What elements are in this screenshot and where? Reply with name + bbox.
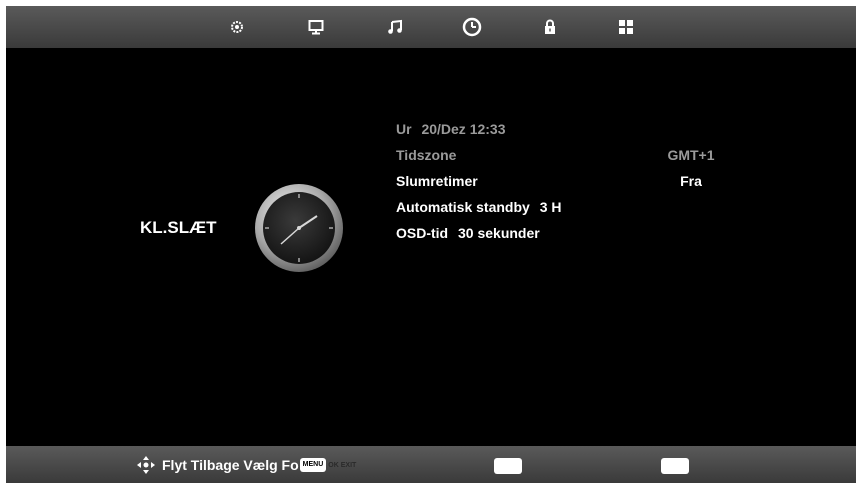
main-content: KL.SLÆT Ur 20/Dez 12:33 Tidszone GMT+1 S… bbox=[6, 48, 856, 446]
setting-label-sleep-timer: Slumretimer bbox=[396, 173, 478, 189]
setting-label-clock: Ur bbox=[396, 121, 412, 137]
lock-icon bbox=[545, 19, 555, 34]
setting-row-auto-standby[interactable]: Automatisk standby 3 H bbox=[396, 194, 726, 220]
section-clock-icon bbox=[253, 182, 345, 279]
tab-lock[interactable] bbox=[535, 12, 565, 42]
setting-row-clock: Ur 20/Dez 12:33 bbox=[396, 116, 726, 142]
analog-clock-icon bbox=[255, 184, 343, 272]
music-note-icon bbox=[388, 19, 402, 34]
setting-value-osd-time[interactable]: 30 sekunder bbox=[458, 225, 540, 241]
setting-value-auto-standby[interactable]: 3 H bbox=[540, 199, 562, 215]
tab-setup[interactable] bbox=[611, 12, 641, 42]
navigation-hint: Flyt Tilbage Vælg Fo MENU OK EXIT bbox=[136, 455, 356, 475]
setting-label-auto-standby: Automatisk standby bbox=[396, 199, 530, 215]
section-title: KL.SLÆT bbox=[140, 218, 217, 237]
setting-row-osd-time[interactable]: OSD-tid 30 sekunder bbox=[396, 220, 726, 246]
tv-screen: KL.SLÆT Ur 20/Dez 12:33 Tidszone GMT+1 S… bbox=[6, 6, 856, 483]
time-settings-list: Ur 20/Dez 12:33 Tidszone GMT+1 Slumretim… bbox=[396, 116, 726, 246]
monitor-icon bbox=[308, 20, 324, 35]
setting-row-sleep-timer[interactable]: Slumretimer Fra bbox=[396, 168, 726, 194]
grid-icon bbox=[619, 20, 633, 34]
hint-text: Flyt Tilbage Vælg Fo bbox=[162, 457, 299, 473]
setting-value-timezone: GMT+1 bbox=[667, 147, 715, 163]
tab-time[interactable] bbox=[457, 12, 487, 42]
blank-key-button[interactable] bbox=[494, 458, 522, 474]
ok-exit-tag: OK EXIT bbox=[328, 461, 357, 469]
clock-icon bbox=[462, 17, 482, 37]
blank-key-button[interactable] bbox=[661, 458, 689, 474]
tab-picture[interactable] bbox=[222, 12, 252, 42]
setting-label-osd-time: OSD-tid bbox=[396, 225, 449, 241]
setting-label-timezone: Tidszone bbox=[396, 147, 457, 163]
tab-display[interactable] bbox=[301, 12, 331, 42]
top-menu-bar bbox=[6, 6, 856, 48]
bottom-hint-bar: Flyt Tilbage Vælg Fo MENU OK EXIT bbox=[6, 446, 856, 483]
setting-row-timezone: Tidszone GMT+1 bbox=[396, 142, 726, 168]
dpad-arrows-icon bbox=[137, 456, 155, 474]
setting-value-sleep-timer[interactable]: Fra bbox=[661, 168, 721, 194]
tab-sound[interactable] bbox=[380, 12, 410, 42]
setting-value-clock: 20/Dez 12:33 bbox=[421, 121, 506, 137]
menu-key-badge: MENU bbox=[299, 458, 327, 472]
gear-icon bbox=[231, 21, 243, 33]
